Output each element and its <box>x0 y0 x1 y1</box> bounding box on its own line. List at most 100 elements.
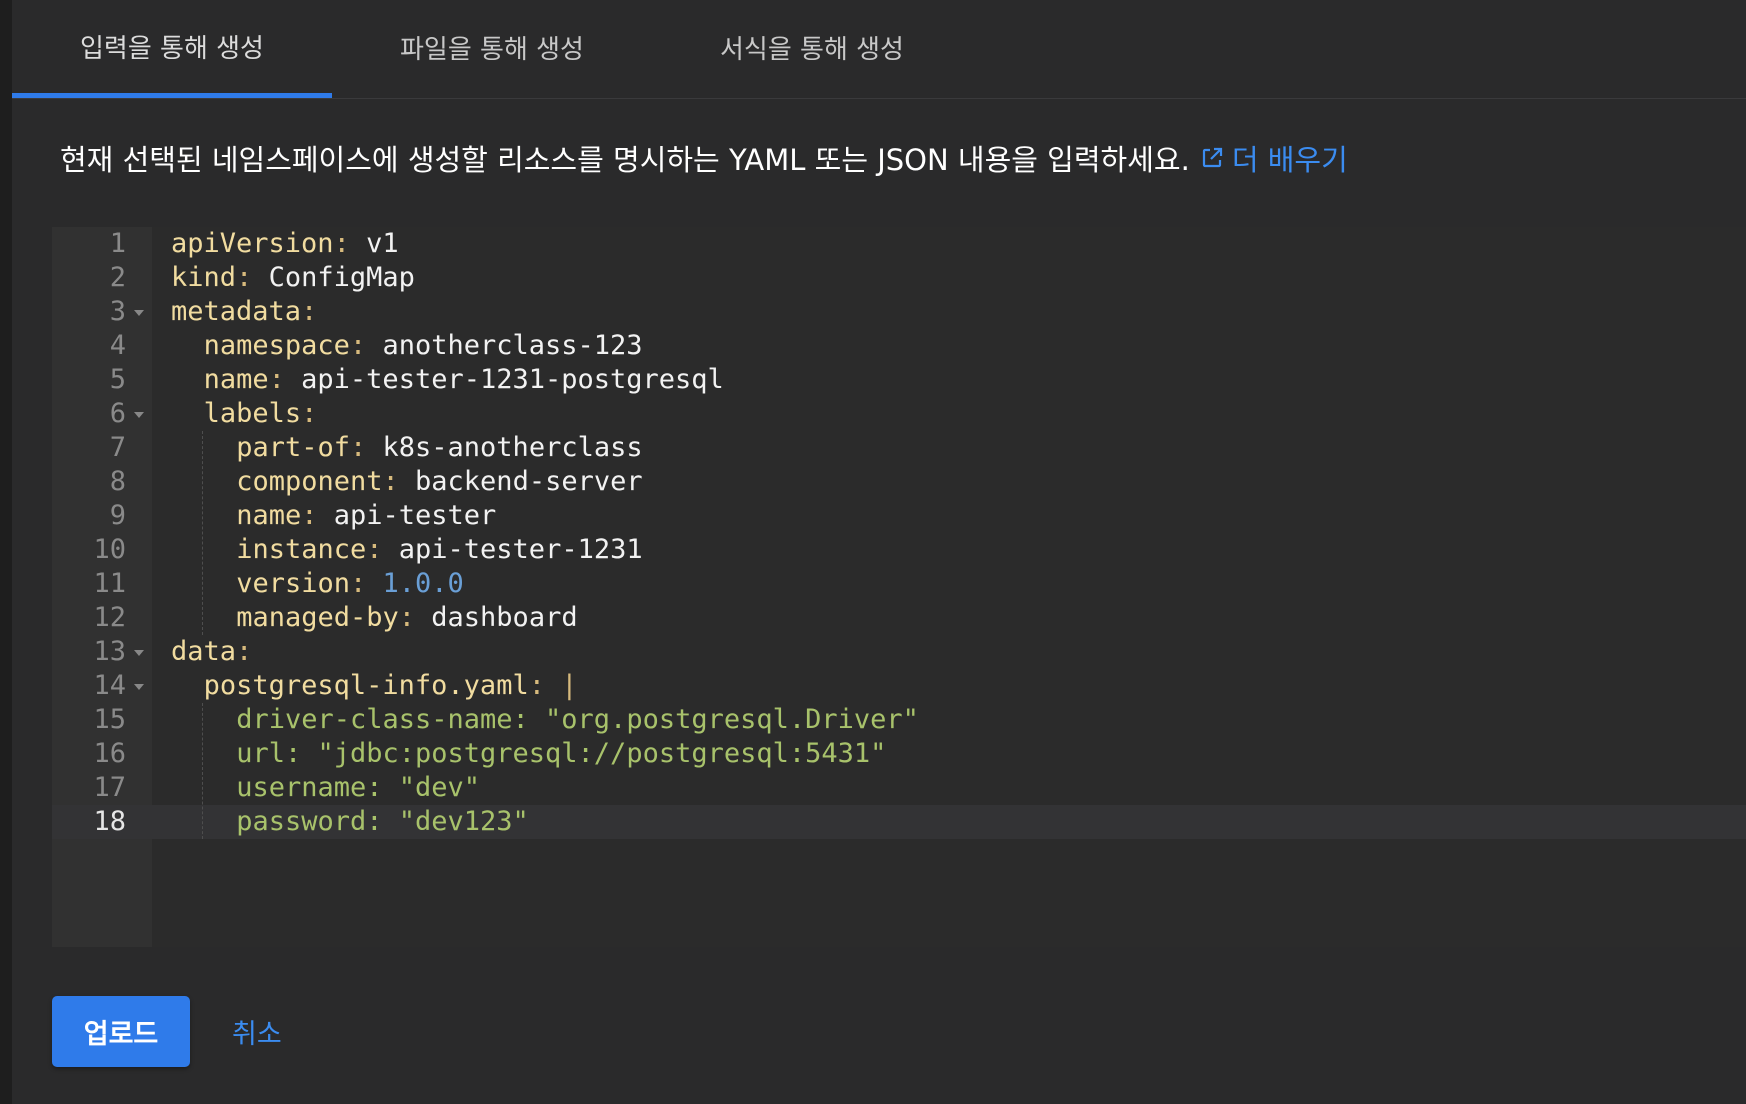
yaml-value: anotherclass-123 <box>382 330 643 361</box>
code-line[interactable]: 5 name: api-tester-1231-postgresql <box>52 363 1746 397</box>
code-line[interactable]: 12 managed-by: dashboard <box>52 601 1746 635</box>
code-text: component: backend-server <box>236 465 642 499</box>
code-text: instance: api-tester-1231 <box>236 533 642 567</box>
line-number: 10 <box>93 534 126 565</box>
yaml-value: api-tester-1231 <box>398 534 643 565</box>
code-text: kind: ConfigMap <box>171 261 415 295</box>
code-line[interactable]: 2 kind: ConfigMap <box>52 261 1746 295</box>
create-mode-tabs: 입력을 통해 생성 파일을 통해 생성 서식을 통해 생성 <box>12 0 1746 99</box>
line-number: 5 <box>109 364 126 395</box>
yaml-colon: : <box>236 262 253 293</box>
code-line[interactable]: 6 labels: <box>52 397 1746 431</box>
yaml-key: version <box>236 568 350 599</box>
learn-more-link[interactable]: 더 배우기 <box>1200 137 1348 179</box>
external-link-icon <box>1202 147 1222 168</box>
yaml-string-content: driver-class-name: "org.postgresql.Drive… <box>236 704 919 735</box>
yaml-string-content: url: "jdbc:postgresql://postgresql:5431" <box>236 738 887 769</box>
learn-more-label: 더 배우기 <box>1231 143 1348 177</box>
code-line[interactable]: 15 driver-class-name: "org.postgresql.Dri… <box>52 703 1746 737</box>
line-number: 7 <box>109 432 126 463</box>
fold-toggle-icon[interactable] <box>134 650 144 656</box>
code-line[interactable]: 11 version: 1.0.0 <box>52 567 1746 601</box>
code-text: apiVersion: v1 <box>171 227 399 261</box>
yaml-key: instance <box>236 534 367 565</box>
code-text: namespace: anotherclass-123 <box>204 329 643 363</box>
yaml-number-value: 1.0.0 <box>382 568 464 599</box>
yaml-string-content: username: "dev" <box>236 772 481 803</box>
line-number: 17 <box>93 772 126 803</box>
fold-toggle-icon[interactable] <box>134 412 144 418</box>
yaml-colon: : <box>349 330 367 361</box>
code-line[interactable]: 3 metadata: <box>52 295 1746 329</box>
app-root: 입력을 통해 생성 파일을 통해 생성 서식을 통해 생성 현재 선택된 네임스… <box>0 0 1746 1104</box>
code-text: labels: <box>204 397 318 431</box>
line-number: 12 <box>93 602 126 633</box>
code-line[interactable]: 4 namespace: anotherclass-123 <box>52 329 1746 363</box>
yaml-colon: : <box>301 500 318 531</box>
instructions: 현재 선택된 네임스페이스에 생성할 리소스를 명시하는 YAML 또는 JSO… <box>60 138 1348 178</box>
code-line[interactable]: 13 data: <box>52 635 1746 669</box>
yaml-key: part-of <box>236 432 350 463</box>
yaml-colon: : <box>236 636 253 667</box>
line-number: 15 <box>93 704 126 735</box>
yaml-value: api-tester-1231-postgresql <box>301 364 724 395</box>
code-line[interactable]: 17 username: "dev" <box>52 771 1746 805</box>
yaml-key: component <box>236 466 383 497</box>
code-text: part-of: k8s-anotherclass <box>236 431 642 465</box>
code-line[interactable]: 10 instance: api-tester-1231 <box>52 533 1746 567</box>
tab-create-from-template[interactable]: 서식을 통해 생성 <box>652 0 972 98</box>
code-text: version: 1.0.0 <box>236 567 464 601</box>
line-number: 14 <box>93 670 126 701</box>
upload-button[interactable]: 업로드 <box>52 996 190 1067</box>
tab-create-from-input[interactable]: 입력을 통해 생성 <box>12 0 332 98</box>
code-text: data: <box>171 635 252 669</box>
code-line[interactable]: 1 apiVersion: v1 <box>52 227 1746 261</box>
yaml-value: api-tester <box>333 500 497 531</box>
yaml-colon: : <box>268 364 285 395</box>
code-line[interactable]: 14 postgresql-info.yaml: | <box>52 669 1746 703</box>
code-line[interactable]: 18 password: "dev123" <box>52 805 1746 839</box>
cancel-button[interactable]: 취소 <box>232 996 282 1067</box>
yaml-editor[interactable]: 1 apiVersion: v1 2 kind: ConfigMap 3 metadata… <box>52 227 1746 947</box>
code-text: password: "dev123" <box>236 805 529 839</box>
yaml-colon: : <box>528 670 545 701</box>
code-text: name: api-tester <box>236 499 496 533</box>
yaml-value: ConfigMap <box>268 262 415 293</box>
yaml-colon: : <box>382 466 399 497</box>
yaml-key: data <box>171 636 237 667</box>
yaml-value: backend-server <box>415 466 643 497</box>
yaml-colon: : <box>349 568 367 599</box>
yaml-value: dashboard <box>431 602 578 633</box>
code-text: name: api-tester-1231-postgresql <box>204 363 724 397</box>
tab-create-from-file[interactable]: 파일을 통해 생성 <box>332 0 652 98</box>
line-number: 9 <box>109 500 126 531</box>
line-number: 16 <box>93 738 126 769</box>
code-line[interactable]: 16 url: "jdbc:postgresql://postgresql:543… <box>52 737 1746 771</box>
code-text: url: "jdbc:postgresql://postgresql:5431" <box>236 737 886 771</box>
yaml-colon: : <box>398 602 416 633</box>
yaml-colon: : <box>349 432 367 463</box>
yaml-key: managed-by <box>236 602 399 633</box>
code-text: username: "dev" <box>236 771 480 805</box>
yaml-colon: : <box>333 228 350 259</box>
yaml-key: name <box>236 500 302 531</box>
fold-toggle-icon[interactable] <box>134 684 144 690</box>
line-number: 1 <box>109 228 126 259</box>
yaml-colon: : <box>366 534 383 565</box>
indent-guide <box>201 703 203 839</box>
code-line[interactable]: 9 name: api-tester <box>52 499 1746 533</box>
create-resource-panel: 입력을 통해 생성 파일을 통해 생성 서식을 통해 생성 현재 선택된 네임스… <box>12 0 1746 1104</box>
fold-toggle-icon[interactable] <box>134 310 144 316</box>
line-number: 8 <box>109 466 126 497</box>
code-line[interactable]: 8 component: backend-server <box>52 465 1746 499</box>
instructions-text: 현재 선택된 네임스페이스에 생성할 리소스를 명시하는 YAML 또는 JSO… <box>60 143 1190 177</box>
yaml-block-indicator: | <box>561 670 578 701</box>
code-line[interactable]: 7 part-of: k8s-anotherclass <box>52 431 1746 465</box>
